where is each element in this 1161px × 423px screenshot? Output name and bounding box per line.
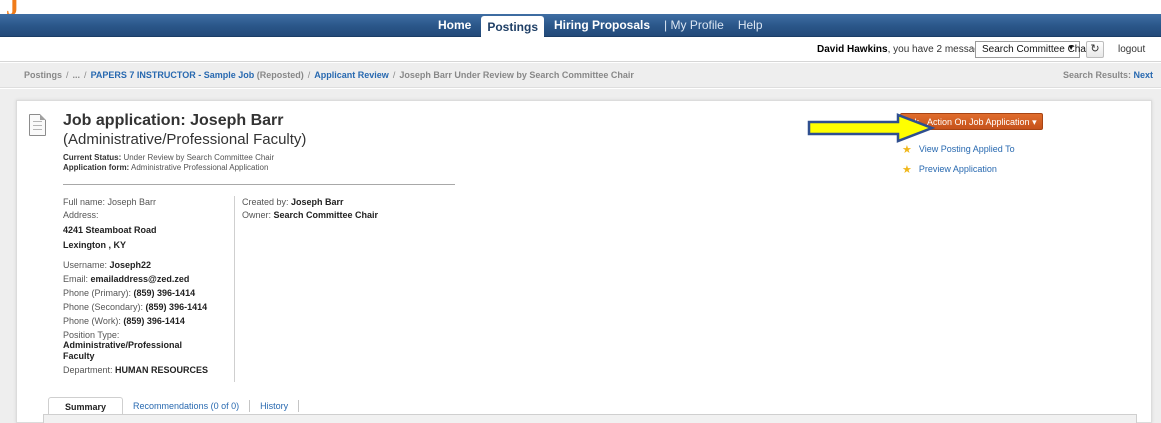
user-name[interactable]: David Hawkins bbox=[817, 44, 888, 55]
search-results: Search Results: Next bbox=[1063, 70, 1153, 80]
view-posting-label: View Posting Applied To bbox=[918, 144, 1015, 154]
breadcrumb-applicant-review[interactable]: Applicant Review bbox=[314, 70, 389, 80]
position-type-value1: Administrative/Professional bbox=[63, 340, 183, 350]
phone-work: Phone (Work): (859) 396-1414 bbox=[63, 316, 185, 326]
email: Email: emailaddress@zed.zed bbox=[63, 274, 189, 284]
email-value[interactable]: emailaddress@zed.zed bbox=[91, 274, 190, 284]
logo: J bbox=[6, 0, 19, 14]
position-type-line1: Administrative/Professional bbox=[63, 340, 182, 350]
owner-label: Owner: bbox=[242, 210, 274, 220]
top-strip: J bbox=[0, 0, 1161, 14]
phone-primary: Phone (Primary): (859) 396-1414 bbox=[63, 288, 195, 298]
phone-secondary-value: (859) 396-1414 bbox=[145, 302, 208, 312]
breadcrumb-separator: / bbox=[307, 70, 311, 80]
user-messages: David Hawkins, you have 2 messages. bbox=[817, 44, 993, 55]
take-action-label: Action On Job Application ▾ bbox=[927, 117, 1037, 127]
role-select[interactable]: Search Committee Chair ▼ bbox=[975, 41, 1091, 58]
created-by: Created by: Joseph Barr bbox=[242, 197, 344, 207]
created-by-label: Created by: bbox=[242, 197, 292, 207]
title-divider bbox=[63, 184, 455, 185]
page-title: Job application: Joseph Barr bbox=[63, 112, 284, 129]
breadcrumb-ellipsis[interactable]: ... bbox=[73, 70, 81, 80]
view-posting-link[interactable]: ★ View Posting Applied To bbox=[902, 143, 1015, 156]
nav-menu: Home Postings Hiring Proposals | My Prof… bbox=[431, 14, 770, 37]
breadcrumb: Postings /... / PAPERS 7 INSTRUCTOR - Sampl… bbox=[24, 70, 634, 80]
user-bar: David Hawkins, you have 2 messages. Sear… bbox=[0, 38, 1161, 62]
preview-application-label: Preview Application bbox=[918, 164, 997, 174]
department-label: Department: bbox=[63, 365, 116, 375]
department: Department: HUMAN RESOURCES bbox=[63, 365, 208, 375]
star-icon: ★ bbox=[902, 164, 912, 176]
current-status-value: Under Review by Search Committee Chair bbox=[121, 153, 275, 162]
tab-separator bbox=[298, 400, 300, 412]
nav-my-profile[interactable]: | My Profile bbox=[657, 14, 731, 37]
document-icon-line bbox=[33, 129, 42, 130]
application-form-label: Application form: bbox=[63, 163, 130, 172]
phone-secondary: Phone (Secondary): (859) 396-1414 bbox=[63, 302, 207, 312]
address-line2-value: Lexington , KY bbox=[63, 240, 126, 250]
address-line2: Lexington , KY bbox=[63, 240, 126, 250]
search-results-label: Search Results: bbox=[1063, 70, 1134, 80]
phone-work-label: Phone (Work): bbox=[63, 316, 124, 326]
phone-primary-label: Phone (Primary): bbox=[63, 288, 134, 298]
tab-panel bbox=[43, 414, 1137, 423]
breadcrumb-current: Joseph Barr Under Review by Search Commi… bbox=[399, 70, 634, 80]
breadcrumb-separator: / bbox=[84, 70, 87, 80]
app-root: J Home Postings Hiring Proposals | My Pr… bbox=[0, 0, 1161, 423]
breadcrumb-bar: Postings /... / PAPERS 7 INSTRUCTOR - Sampl… bbox=[0, 63, 1161, 88]
position-type-value2: Faculty bbox=[63, 351, 95, 361]
address-line1: 4241 Steamboat Road bbox=[63, 225, 157, 235]
column-divider bbox=[234, 196, 235, 382]
preview-application-link[interactable]: ★ Preview Application bbox=[902, 163, 997, 176]
application-form: Application form: Administrative Profess… bbox=[63, 163, 268, 172]
nav-home[interactable]: Home bbox=[431, 14, 478, 37]
main-navbar: Home Postings Hiring Proposals | My Prof… bbox=[0, 14, 1161, 37]
arrow-right-icon bbox=[807, 113, 936, 143]
position-type-line2: Faculty bbox=[63, 351, 95, 361]
position-type-label: Position Type: bbox=[63, 330, 120, 340]
current-status: Current Status: Under Review by Search C… bbox=[63, 153, 274, 162]
nav-postings[interactable]: Postings bbox=[481, 16, 545, 37]
phone-secondary-label: Phone (Secondary): bbox=[63, 302, 146, 312]
star-icon: ★ bbox=[902, 144, 912, 156]
breadcrumb-postings[interactable]: Postings bbox=[24, 70, 62, 80]
breadcrumb-separator: / bbox=[66, 70, 69, 80]
username: Username: Joseph22 bbox=[63, 260, 151, 270]
created-by-value: Joseph Barr bbox=[291, 197, 344, 207]
phone-work-value: (859) 396-1414 bbox=[123, 316, 185, 326]
application-form-value: Administrative Professional Application bbox=[129, 163, 269, 172]
department-value: HUMAN RESOURCES bbox=[115, 365, 209, 375]
refresh-icon[interactable]: ↻ bbox=[1086, 41, 1104, 58]
chevron-down-icon: ▼ bbox=[1067, 43, 1075, 52]
document-icon-line bbox=[33, 121, 42, 122]
owner-value: Search Committee Chair bbox=[273, 210, 379, 220]
owner: Owner: Search Committee Chair bbox=[242, 210, 378, 220]
document-icon-line bbox=[33, 125, 42, 126]
email-label: Email: bbox=[63, 274, 91, 284]
search-results-next-link[interactable]: Next bbox=[1134, 70, 1154, 80]
current-status-label: Current Status: bbox=[63, 153, 122, 162]
full-name: Full name: Joseph Barr bbox=[63, 197, 156, 207]
full-name-label: Full name: bbox=[63, 197, 108, 207]
full-name-value: Joseph Barr bbox=[107, 197, 157, 207]
document-icon bbox=[29, 114, 46, 136]
role-select-value: Search Committee Chair bbox=[982, 44, 1092, 55]
phone-primary-value: (859) 396-1414 bbox=[133, 288, 196, 298]
username-label: Username: bbox=[63, 260, 110, 270]
address-label: Address: bbox=[63, 210, 99, 220]
nav-hiring-proposals[interactable]: Hiring Proposals bbox=[547, 14, 657, 37]
breadcrumb-reposted: (Reposted) bbox=[254, 70, 304, 80]
breadcrumb-separator: / bbox=[392, 70, 396, 80]
address-line1-value: 4241 Steamboat Road bbox=[63, 225, 157, 235]
nav-help[interactable]: Help bbox=[731, 14, 770, 37]
username-value: Joseph22 bbox=[109, 260, 152, 270]
page-subtitle: (Administrative/Professional Faculty) bbox=[63, 131, 307, 148]
breadcrumb-job[interactable]: PAPERS 7 INSTRUCTOR - Sample Job bbox=[91, 70, 255, 80]
logout-link[interactable]: logout bbox=[1118, 44, 1145, 55]
